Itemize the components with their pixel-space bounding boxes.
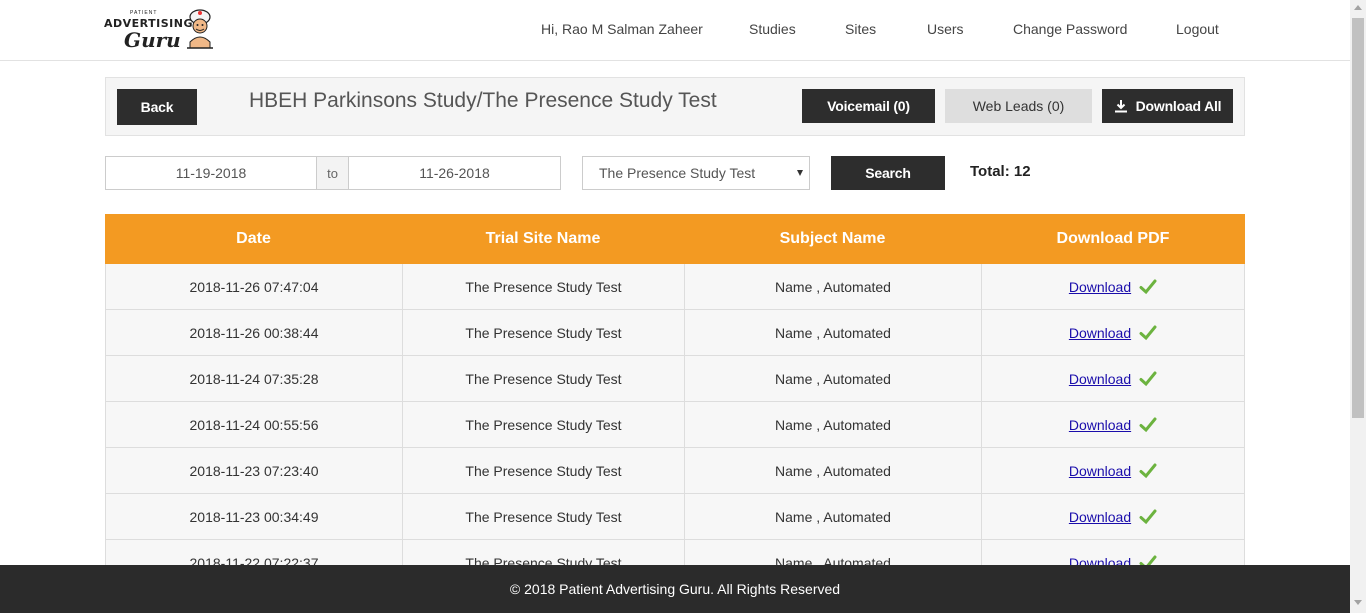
download-pdf-link[interactable]: Download bbox=[1069, 371, 1131, 387]
header-date: Date bbox=[236, 230, 271, 247]
site-select[interactable]: The Presence Study Test bbox=[582, 156, 810, 190]
checkmark-icon bbox=[1139, 279, 1157, 294]
logo-tagline: PATIENT bbox=[130, 10, 158, 16]
header-trial-site: Trial Site Name bbox=[485, 230, 601, 247]
header-download-pdf: Download PDF bbox=[1056, 230, 1170, 247]
to-date-input[interactable]: 11-26-2018 bbox=[348, 156, 561, 190]
top-navbar: PATIENT ADVERTISING Guru Hi, Rao M Salma… bbox=[0, 0, 1350, 61]
cell-trial-site: The Presence Study Test bbox=[402, 356, 684, 401]
cell-subject-name: Name , Automated bbox=[684, 356, 981, 401]
nav-change-password-link[interactable]: Change Password bbox=[1013, 21, 1127, 37]
logo-word-guru: Guru bbox=[124, 28, 181, 52]
cell-trial-site: The Presence Study Test bbox=[402, 310, 684, 355]
table-row: 2018-11-23 07:23:40 The Presence Study Te… bbox=[105, 448, 1245, 494]
chevron-down-icon bbox=[797, 170, 803, 176]
back-button[interactable]: Back bbox=[117, 89, 197, 125]
scrollbar-thumb[interactable] bbox=[1352, 18, 1364, 418]
cell-download: Download bbox=[981, 310, 1245, 355]
leads-table: Date Trial Site Name Subject Name Downlo… bbox=[105, 214, 1245, 586]
download-icon bbox=[1114, 100, 1127, 113]
cell-subject-name: Name , Automated bbox=[684, 494, 981, 539]
web-leads-button[interactable]: Web Leads (0) bbox=[945, 89, 1092, 123]
scroll-up-arrow-icon[interactable] bbox=[1354, 5, 1362, 10]
nav-studies-link[interactable]: Studies bbox=[749, 21, 796, 37]
cell-download: Download bbox=[981, 402, 1245, 447]
download-pdf-link[interactable]: Download bbox=[1069, 417, 1131, 433]
download-pdf-link[interactable]: Download bbox=[1069, 325, 1131, 341]
cell-trial-site: The Presence Study Test bbox=[402, 448, 684, 493]
download-pdf-link[interactable]: Download bbox=[1069, 509, 1131, 525]
download-pdf-link[interactable]: Download bbox=[1069, 279, 1131, 295]
cell-subject-name: Name , Automated bbox=[684, 448, 981, 493]
nav-sites-link[interactable]: Sites bbox=[845, 21, 876, 37]
search-button[interactable]: Search bbox=[831, 156, 945, 190]
download-pdf-link[interactable]: Download bbox=[1069, 463, 1131, 479]
date-range-separator: to bbox=[317, 156, 348, 190]
cell-trial-site: The Presence Study Test bbox=[402, 402, 684, 447]
cell-download: Download bbox=[981, 494, 1245, 539]
scroll-down-arrow-icon[interactable] bbox=[1354, 600, 1362, 605]
checkmark-icon bbox=[1139, 417, 1157, 432]
vertical-scrollbar[interactable] bbox=[1350, 0, 1366, 613]
cell-download: Download bbox=[981, 448, 1245, 493]
cell-download: Download bbox=[981, 356, 1245, 401]
cell-date: 2018-11-26 00:38:44 bbox=[105, 310, 402, 355]
header-subject-name: Subject Name bbox=[779, 230, 886, 247]
download-all-button[interactable]: Download All bbox=[1102, 89, 1233, 123]
table-row: 2018-11-24 07:35:28 The Presence Study Te… bbox=[105, 356, 1245, 402]
page-title: HBEH Parkinsons Study/The Presence Study… bbox=[249, 89, 717, 112]
checkmark-icon bbox=[1139, 509, 1157, 524]
table-header: Date Trial Site Name Subject Name Downlo… bbox=[105, 214, 1245, 264]
table-row: 2018-11-26 00:38:44 The Presence Study Te… bbox=[105, 310, 1245, 356]
site-select-value: The Presence Study Test bbox=[599, 165, 756, 181]
download-all-label: Download All bbox=[1135, 98, 1222, 114]
total-count: Total: 12 bbox=[970, 163, 1031, 180]
cell-date: 2018-11-23 07:23:40 bbox=[105, 448, 402, 493]
footer-copyright: © 2018 Patient Advertising Guru. All Rig… bbox=[509, 581, 841, 597]
cell-subject-name: Name , Automated bbox=[684, 264, 981, 309]
brand-logo[interactable]: PATIENT ADVERTISING Guru bbox=[104, 8, 216, 54]
table-row: 2018-11-24 00:55:56 The Presence Study Te… bbox=[105, 402, 1245, 448]
guru-mascot-icon bbox=[187, 9, 213, 49]
cell-date: 2018-11-26 07:47:04 bbox=[105, 264, 402, 309]
cell-download: Download bbox=[981, 264, 1245, 309]
table-row: 2018-11-23 00:34:49 The Presence Study Te… bbox=[105, 494, 1245, 540]
nav-logout-link[interactable]: Logout bbox=[1176, 21, 1219, 37]
page-footer: © 2018 Patient Advertising Guru. All Rig… bbox=[0, 565, 1350, 613]
cell-date: 2018-11-24 07:35:28 bbox=[105, 356, 402, 401]
cell-trial-site: The Presence Study Test bbox=[402, 264, 684, 309]
cell-date: 2018-11-24 00:55:56 bbox=[105, 402, 402, 447]
table-body: 2018-11-26 07:47:04 The Presence Study Te… bbox=[105, 264, 1245, 586]
checkmark-icon bbox=[1139, 325, 1157, 340]
from-date-input[interactable]: 11-19-2018 bbox=[105, 156, 317, 190]
checkmark-icon bbox=[1139, 371, 1157, 386]
voicemail-button[interactable]: Voicemail (0) bbox=[802, 89, 935, 123]
nav-greeting: Hi, Rao M Salman Zaheer bbox=[541, 21, 703, 37]
cell-date: 2018-11-23 00:34:49 bbox=[105, 494, 402, 539]
nav-users-link[interactable]: Users bbox=[927, 21, 964, 37]
table-row: 2018-11-26 07:47:04 The Presence Study Te… bbox=[105, 264, 1245, 310]
cell-trial-site: The Presence Study Test bbox=[402, 494, 684, 539]
cell-subject-name: Name , Automated bbox=[684, 402, 981, 447]
checkmark-icon bbox=[1139, 463, 1157, 478]
cell-subject-name: Name , Automated bbox=[684, 310, 981, 355]
